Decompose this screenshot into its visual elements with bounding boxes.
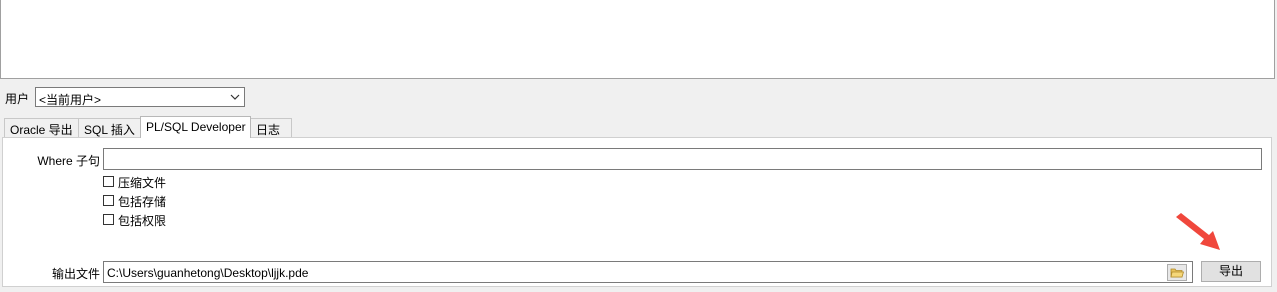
tab-plsql-developer[interactable]: PL/SQL Developer bbox=[140, 116, 251, 138]
folder-open-icon bbox=[1170, 268, 1185, 278]
user-label: 用户 bbox=[5, 92, 30, 106]
results-list-area[interactable] bbox=[0, 0, 1275, 79]
tab-log[interactable]: 日志 bbox=[250, 118, 292, 137]
tab-label: Oracle 导出 bbox=[10, 123, 73, 137]
checkbox-box bbox=[103, 195, 114, 206]
tab-oracle-export[interactable]: Oracle 导出 bbox=[4, 118, 79, 137]
checkbox-label: 包括存储 bbox=[118, 195, 167, 209]
red-arrow-icon bbox=[1176, 213, 1220, 250]
user-select[interactable]: <当前用户> bbox=[35, 87, 245, 107]
output-file-input[interactable]: C:\Users\guanhetong\Desktop\ljjk.pde bbox=[103, 261, 1193, 283]
chevron-down-icon bbox=[230, 94, 240, 100]
where-label: Where 子句 bbox=[37, 154, 100, 168]
tab-label: PL/SQL Developer bbox=[146, 120, 246, 134]
export-button-label: 导出 bbox=[1218, 264, 1243, 278]
checkbox-box bbox=[103, 214, 114, 225]
checkbox-label: 压缩文件 bbox=[118, 176, 167, 190]
output-file-value: C:\Users\guanhetong\Desktop\ljjk.pde bbox=[107, 266, 309, 280]
export-button[interactable]: 导出 bbox=[1201, 261, 1261, 282]
browse-folder-button[interactable] bbox=[1167, 264, 1187, 281]
tab-sql-insert[interactable]: SQL 插入 bbox=[78, 118, 141, 137]
checkbox-box bbox=[103, 176, 114, 187]
where-input[interactable] bbox=[103, 148, 1262, 170]
tab-label: SQL 插入 bbox=[84, 123, 135, 137]
output-file-label: 输出文件 bbox=[51, 267, 100, 281]
tab-label: 日志 bbox=[256, 123, 281, 137]
user-select-value: <当前用户> bbox=[39, 93, 102, 107]
user-row: 用户 <当前用户> bbox=[5, 87, 265, 109]
checkbox-label: 包括权限 bbox=[118, 214, 167, 228]
